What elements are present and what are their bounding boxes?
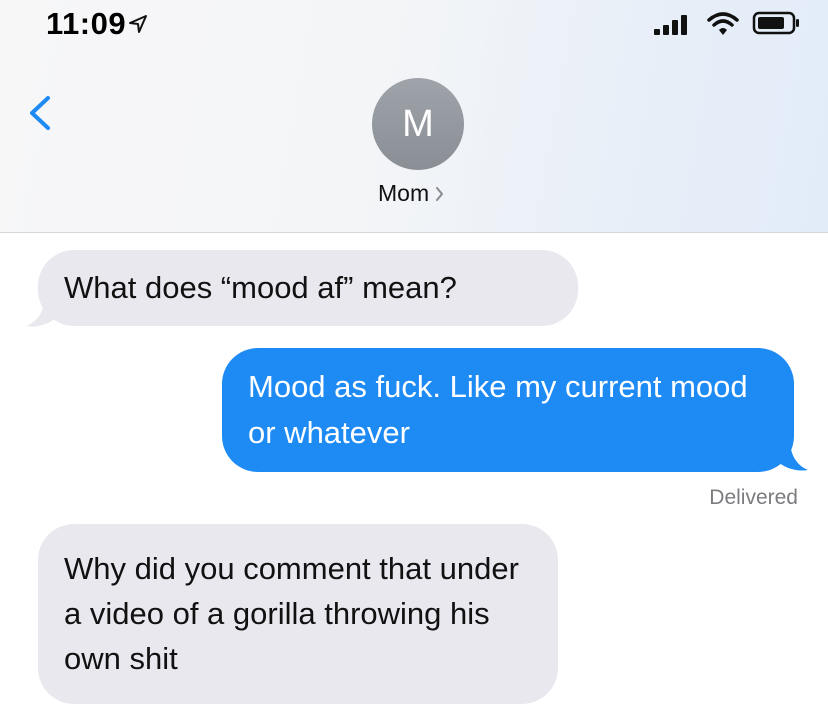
bubble-tail (26, 298, 58, 327)
outgoing-message-bubble[interactable]: Mood as fuck. Like my current mood or wh… (222, 348, 794, 472)
contact-name: Mom (378, 180, 430, 206)
message-text: Why did you comment that under a video o… (64, 551, 519, 676)
delivery-status: Delivered (709, 486, 798, 509)
incoming-message-bubble[interactable]: Why did you comment that under a video o… (38, 524, 558, 704)
status-time: 11:09 (46, 6, 127, 41)
signal-bars-icon (654, 15, 687, 35)
avatar-initial: M (402, 102, 434, 145)
contact-avatar[interactable]: M (372, 78, 464, 170)
battery-icon (752, 11, 799, 35)
incoming-message-bubble[interactable]: What does “mood af” mean? (38, 250, 578, 326)
chevron-right-icon (436, 186, 444, 201)
chevron-left-icon[interactable] (24, 94, 54, 132)
bubble-tail (776, 440, 808, 471)
contact-name-button[interactable]: Mom (378, 180, 444, 207)
message-text: What does “mood af” mean? (64, 270, 457, 305)
conversation-header: 11:09 M Mom (0, 0, 828, 233)
message-text: Mood as fuck. Like my current mood or wh… (248, 369, 748, 450)
wifi-icon (707, 12, 739, 35)
location-arrow-icon (129, 15, 147, 33)
